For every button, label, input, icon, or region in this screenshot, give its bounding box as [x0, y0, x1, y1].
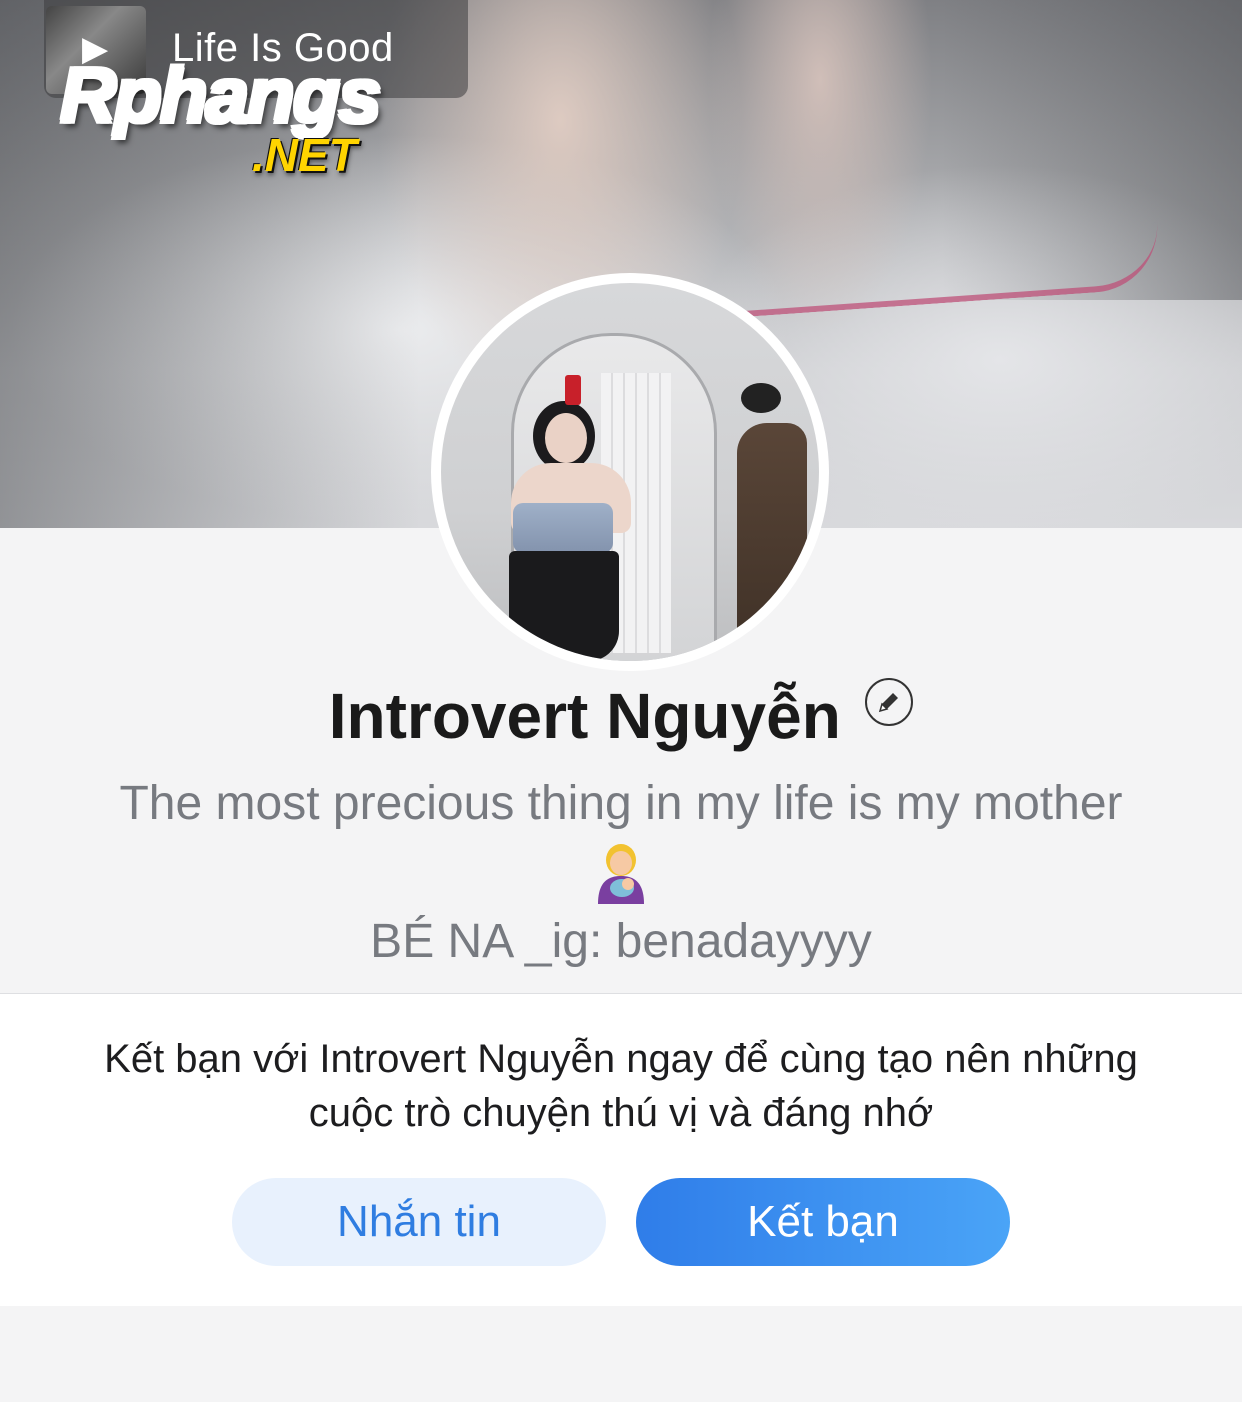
- avatar[interactable]: [441, 283, 819, 661]
- watermark-domain: .NET: [252, 129, 357, 181]
- watermark-logo: Rphangs: [60, 51, 382, 139]
- avatar-face: [545, 413, 587, 463]
- profile-bio: The most precious thing in my life is my…: [119, 777, 1123, 830]
- profile-name: Introvert Nguyễn: [328, 680, 841, 752]
- avatar-coat: [737, 423, 807, 661]
- pencil-icon[interactable]: [865, 678, 914, 726]
- profile-page: ▶ Life Is Good Rphangs .NET Introvert Ng…: [0, 0, 1242, 1402]
- avatar-top: [513, 503, 613, 553]
- friend-request-card: Kết bạn với Introvert Nguyễn ngay để cùn…: [0, 993, 1242, 1306]
- avatar-hat: [741, 383, 781, 413]
- woman-feeding-baby-emoji-icon: [592, 842, 650, 904]
- add-friend-button[interactable]: Kết bạn: [636, 1178, 1010, 1266]
- message-button[interactable]: Nhắn tin: [232, 1178, 606, 1266]
- profile-name-row: Introvert Nguyễn: [0, 676, 1242, 756]
- friend-card-message: Kết bạn với Introvert Nguyễn ngay để cùn…: [104, 1037, 1138, 1135]
- avatar-phone: [565, 375, 581, 405]
- profile-subtitle: BÉ NA _ig: benadayyyy: [370, 915, 872, 968]
- avatar-skirt: [509, 551, 619, 661]
